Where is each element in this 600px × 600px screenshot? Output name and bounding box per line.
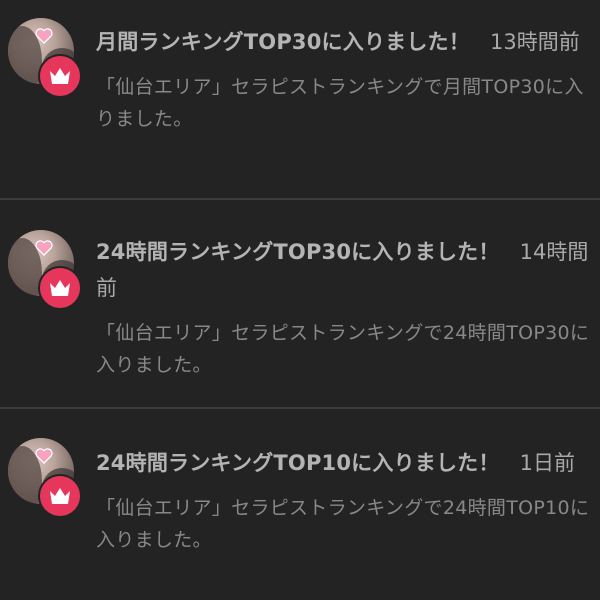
crown-icon	[50, 488, 70, 504]
notification-item[interactable]: 24時間ランキングTOP10に入りました！ 1日前 「仙台エリア」セラピストランキ…	[0, 409, 600, 600]
heart-icon	[35, 448, 53, 464]
notification-item[interactable]: 24時間ランキングTOP30に入りました！ 14時間前 「仙台エリア」セラピストラ…	[0, 200, 600, 408]
avatar-with-badge	[8, 230, 84, 310]
notification-title: 月間ランキングTOP30に入りました！	[96, 30, 470, 54]
crown-icon	[50, 68, 70, 84]
ranking-badge	[38, 266, 82, 310]
notification-content: 月間ランキングTOP30に入りました！ 13時間前 「仙台エリア」セラピストランキ…	[96, 24, 594, 135]
notification-body: 「仙台エリア」セラピストランキングで月間TOP30に入りました。	[96, 76, 584, 130]
avatar-with-badge	[8, 438, 84, 518]
notification-item[interactable]: 月間ランキングTOP30に入りました！ 13時間前 「仙台エリア」セラピストランキ…	[0, 0, 600, 199]
ranking-badge	[38, 54, 82, 98]
notification-header: 24時間ランキングTOP30に入りました！ 14時間前	[96, 234, 594, 306]
notification-header: 月間ランキングTOP30に入りました！ 13時間前	[96, 24, 594, 60]
crown-icon	[50, 280, 70, 296]
notification-body: 「仙台エリア」セラピストランキングで24時間TOP30に入りました。	[96, 322, 590, 376]
notification-body: 「仙台エリア」セラピストランキングで24時間TOP10に入りました。	[96, 497, 590, 551]
notification-time: 13時間前	[489, 30, 580, 54]
notification-title: 24時間ランキングTOP30に入りました！	[96, 240, 500, 264]
heart-icon	[35, 28, 53, 44]
notification-time: 1日前	[519, 451, 575, 475]
notification-content: 24時間ランキングTOP10に入りました！ 1日前 「仙台エリア」セラピストランキ…	[96, 445, 594, 556]
heart-icon	[35, 240, 53, 256]
avatar-with-badge	[8, 18, 84, 98]
ranking-badge	[38, 474, 82, 518]
notification-content: 24時間ランキングTOP30に入りました！ 14時間前 「仙台エリア」セラピストラ…	[96, 234, 594, 381]
notification-header: 24時間ランキングTOP10に入りました！ 1日前	[96, 445, 594, 481]
notification-list: 月間ランキングTOP30に入りました！ 13時間前 「仙台エリア」セラピストランキ…	[0, 0, 600, 600]
notification-title: 24時間ランキングTOP10に入りました！	[96, 451, 500, 475]
